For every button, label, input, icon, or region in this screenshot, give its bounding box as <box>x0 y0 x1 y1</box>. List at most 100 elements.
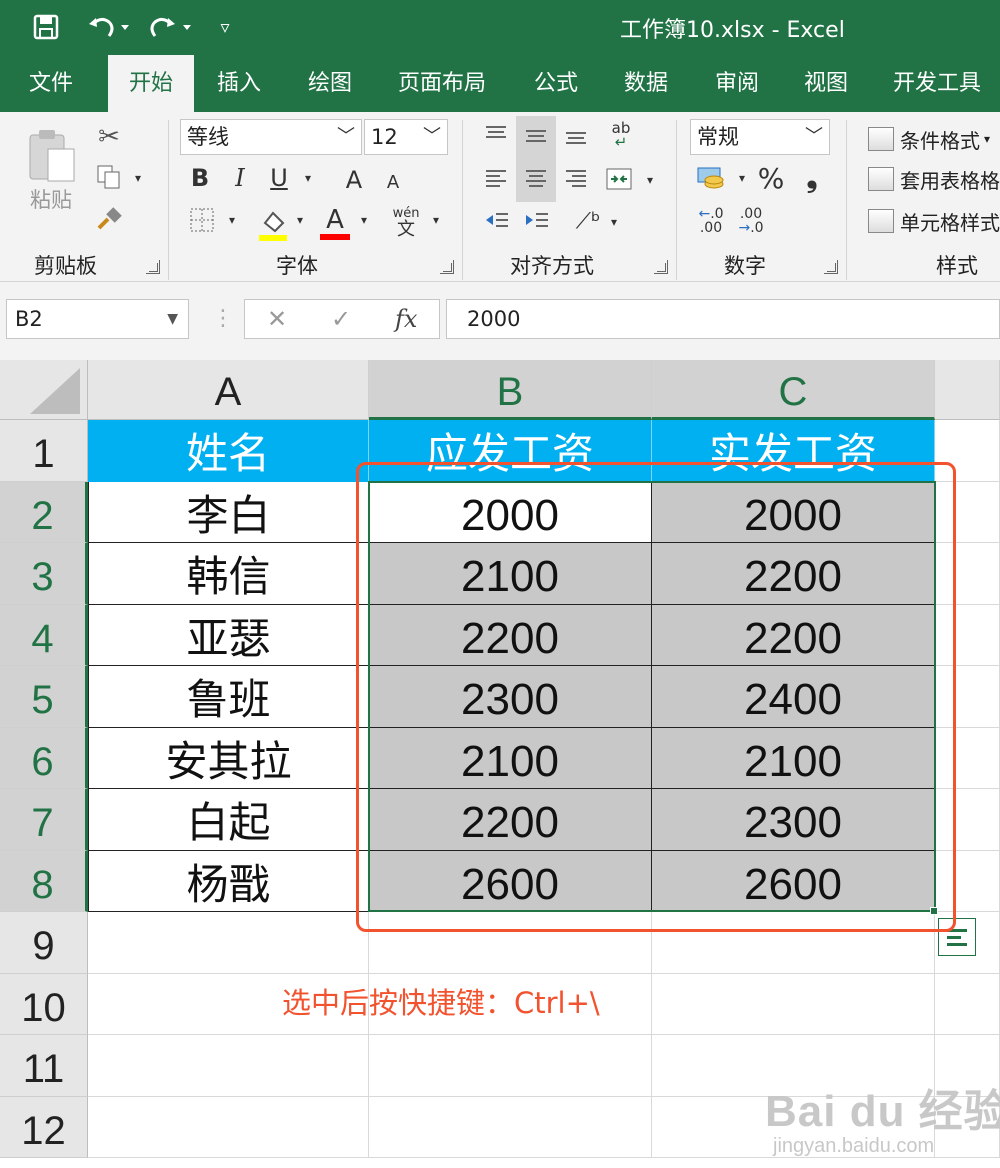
conditional-format-button[interactable]: 条件格式 ▾ <box>868 122 990 156</box>
decrease-decimal-icon[interactable]: .00 →.0 <box>734 204 768 238</box>
format-as-table-button[interactable]: 套用表格格 <box>868 162 1000 196</box>
cell-d7[interactable] <box>935 789 1000 851</box>
undo-icon[interactable] <box>84 10 134 44</box>
paste-label[interactable]: 粘贴 <box>28 184 74 214</box>
cell-d1[interactable] <box>935 420 1000 482</box>
column-header-a[interactable]: A <box>88 360 369 420</box>
header-cell-b1[interactable]: 应发工资 <box>369 420 652 482</box>
cell-b3[interactable]: 2100 <box>369 543 652 605</box>
increase-indent-icon[interactable] <box>522 206 552 236</box>
bold-button[interactable]: B <box>186 162 214 194</box>
copy-icon[interactable] <box>94 162 124 192</box>
cell-b2[interactable]: 2000 <box>369 481 652 543</box>
cell-d8[interactable] <box>935 850 1000 912</box>
tab-4[interactable]: 页面布局 <box>380 55 504 112</box>
save-icon[interactable] <box>28 10 64 44</box>
cell-styles-button[interactable]: 单元格样式 <box>868 204 1000 238</box>
borders-icon[interactable] <box>186 204 218 236</box>
row-header-4[interactable]: 4 <box>0 604 88 666</box>
grow-font-button[interactable]: A <box>338 164 370 196</box>
cell-a5[interactable]: 鲁班 <box>88 666 369 728</box>
fill-handle[interactable] <box>930 907 938 915</box>
cell-b6[interactable]: 2100 <box>369 727 652 789</box>
tab-7[interactable]: 审阅 <box>698 55 776 112</box>
cell-a2[interactable]: 李白 <box>88 481 369 543</box>
row-header-1[interactable]: 1 <box>0 420 88 482</box>
cell-b4[interactable]: 2200 <box>369 604 652 666</box>
cell-c10[interactable] <box>652 973 935 1035</box>
wrap-text-icon[interactable]: ab ↵ <box>604 118 638 152</box>
row-header-6[interactable]: 6 <box>0 727 88 789</box>
tab-2[interactable]: 插入 <box>196 55 282 112</box>
number-format-combo[interactable]: 常规 ﹀ <box>690 119 830 155</box>
cut-icon[interactable]: ✂ <box>94 122 124 152</box>
row-header-8[interactable]: 8 <box>0 850 88 912</box>
cell-c8[interactable]: 2600 <box>652 850 935 912</box>
formula-input[interactable]: 2000 <box>446 299 1000 339</box>
underline-button[interactable]: U <box>264 162 294 194</box>
cell-a9[interactable] <box>88 912 369 974</box>
tab-8[interactable]: 视图 <box>782 55 870 112</box>
row-header-2[interactable]: 2 <box>0 481 88 543</box>
column-header-d[interactable] <box>935 360 1000 420</box>
orientation-icon[interactable]: ⟋ᵇ <box>572 206 604 236</box>
cancel-icon[interactable]: ✕ <box>267 300 287 338</box>
row-header-10[interactable]: 10 <box>0 973 88 1035</box>
percent-button[interactable]: % <box>756 162 786 195</box>
formula-bar-grip-icon[interactable]: ⋮ <box>212 306 234 331</box>
cell-b9[interactable] <box>369 912 652 974</box>
cell-a12[interactable] <box>88 1096 369 1158</box>
align-top-icon[interactable] <box>482 122 510 148</box>
cell-c5[interactable]: 2400 <box>652 666 935 728</box>
cell-c9[interactable] <box>652 912 935 974</box>
phonetic-dropdown-icon[interactable]: ▾ <box>428 210 444 230</box>
cell-a6[interactable]: 安其拉 <box>88 727 369 789</box>
cell-c3[interactable]: 2200 <box>652 543 935 605</box>
cell-c6[interactable]: 2100 <box>652 727 935 789</box>
font-size-combo[interactable]: 12 ﹀ <box>364 119 448 155</box>
cell-a8[interactable]: 杨戬 <box>88 850 369 912</box>
name-box[interactable]: B2 ▼ <box>6 299 189 339</box>
cell-b7[interactable]: 2200 <box>369 789 652 851</box>
clipboard-launcher-icon[interactable] <box>146 260 160 274</box>
cell-d10[interactable] <box>935 973 1000 1035</box>
row-header-5[interactable]: 5 <box>0 666 88 728</box>
shrink-font-button[interactable]: A <box>380 168 406 196</box>
cell-b12[interactable] <box>369 1096 652 1158</box>
tab-0[interactable]: 文件 <box>12 55 90 112</box>
tab-1[interactable]: 开始 <box>108 55 194 112</box>
cell-b8[interactable]: 2600 <box>369 850 652 912</box>
merge-dropdown-icon[interactable]: ▾ <box>642 170 658 190</box>
cell-b5[interactable]: 2300 <box>369 666 652 728</box>
column-header-c[interactable]: C <box>652 360 935 420</box>
cell-d3[interactable] <box>935 543 1000 605</box>
row-header-11[interactable]: 11 <box>0 1035 88 1097</box>
cell-a7[interactable]: 白起 <box>88 789 369 851</box>
cell-c4[interactable]: 2200 <box>652 604 935 666</box>
cell-d2[interactable] <box>935 481 1000 543</box>
tab-5[interactable]: 公式 <box>518 55 594 112</box>
decrease-indent-icon[interactable] <box>482 206 512 236</box>
select-all-corner[interactable] <box>0 360 88 420</box>
cell-a3[interactable]: 韩信 <box>88 543 369 605</box>
number-launcher-icon[interactable] <box>824 260 838 274</box>
align-left-icon[interactable] <box>482 164 510 194</box>
font-name-combo[interactable]: 等线 ﹀ <box>180 119 362 155</box>
align-bottom-icon[interactable] <box>562 122 590 148</box>
font-color-dropdown-icon[interactable]: ▾ <box>356 210 372 230</box>
header-cell-c1[interactable]: 实发工资 <box>652 420 935 482</box>
redo-icon[interactable] <box>146 10 196 44</box>
row-header-3[interactable]: 3 <box>0 543 88 605</box>
insert-function-icon[interactable]: fx <box>395 300 417 338</box>
accounting-format-icon[interactable] <box>694 162 728 194</box>
italic-button[interactable]: I <box>226 162 254 194</box>
cell-a4[interactable]: 亚瑟 <box>88 604 369 666</box>
tab-9[interactable]: 开发工具 <box>874 55 1000 112</box>
fill-color-icon[interactable] <box>256 204 290 244</box>
quick-analysis-icon[interactable] <box>938 918 976 956</box>
accounting-dropdown-icon[interactable]: ▾ <box>734 168 750 188</box>
borders-dropdown-icon[interactable]: ▾ <box>224 210 240 230</box>
tab-3[interactable]: 绘图 <box>284 55 376 112</box>
cell-d4[interactable] <box>935 604 1000 666</box>
cell-a11[interactable] <box>88 1035 369 1097</box>
